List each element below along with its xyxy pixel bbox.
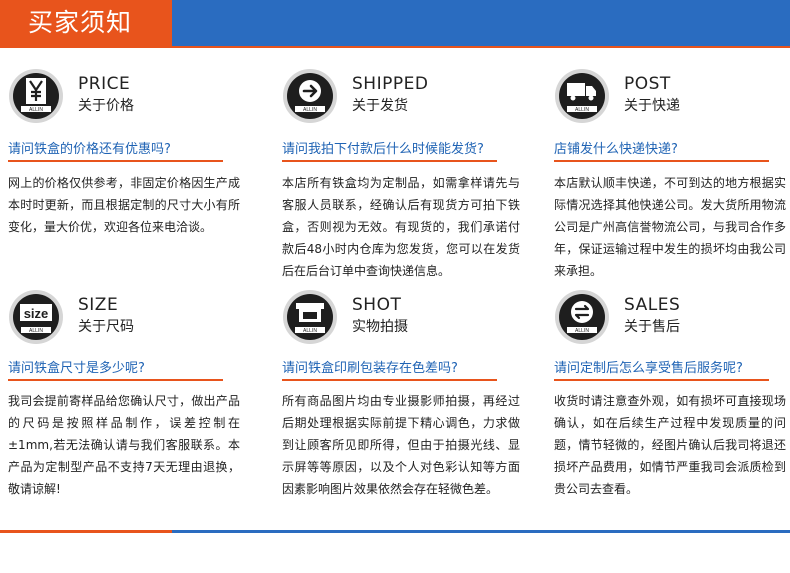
question-underline	[554, 160, 769, 162]
faq-answer: 所有商品图片均由专业摄影师拍摄，再经过后期处理根据实际前提下精心调色，力求做到让…	[282, 394, 520, 496]
faq-cn-title: 实物拍摄	[352, 319, 408, 335]
faq-cn-title: 关于售后	[624, 319, 680, 335]
faq-question: 店铺发什么快递快递?	[554, 142, 678, 157]
question-underline	[282, 379, 497, 381]
header-underline	[0, 46, 790, 48]
faq-answer: 本店默认顺丰快递，不可到达的地方根据实际情况选择其他快递公司。发大货所用物流公司…	[554, 176, 786, 278]
question-underline	[8, 379, 223, 381]
arrow-right-icon: ALLIN	[283, 69, 337, 123]
svg-text:ALLIN: ALLIN	[575, 328, 589, 334]
svg-text:ALLIN: ALLIN	[303, 328, 317, 334]
svg-text:size: size	[24, 306, 49, 321]
faq-size: size ALLIN SIZE 关于尺码 请问铁盒尺寸是多少呢? 我司会提前寄样…	[8, 289, 240, 509]
faq-shipped: ALLIN SHIPPED 关于发货 请问我拍下付款后什么时候能发货? 本店所有…	[282, 68, 522, 278]
bottom-divider-accent	[0, 530, 172, 533]
faq-question: 请问铁盒印刷包装存在色差吗?	[282, 361, 458, 376]
svg-text:ALLIN: ALLIN	[29, 107, 43, 113]
faq-question: 请问铁盒的价格还有优惠吗?	[8, 142, 171, 157]
question-underline	[282, 160, 497, 162]
faq-eng-title: SIZE	[78, 295, 119, 315]
faq-price: ALLIN PRICE 关于价格 请问铁盒的价格还有优惠吗? 网上的价格仅供参考…	[8, 68, 240, 268]
faq-sales: ALLIN SALES 关于售后 请问定制后怎么享受售后服务呢? 收货时请注意查…	[554, 289, 786, 525]
truck-icon: ALLIN	[555, 69, 609, 123]
faq-shot: ALLIN SHOT 实物拍摄 请问铁盒印刷包装存在色差吗? 所有商品图片均由专…	[282, 289, 522, 525]
faq-eng-title: SHIPPED	[352, 74, 429, 94]
faq-answer: 本店所有铁盒均为定制品，如需拿样请先与客服人员联系，经确认后有现货方可拍下铁盒，…	[282, 176, 520, 278]
tin-box-icon: ALLIN	[283, 290, 337, 344]
exchange-icon: ALLIN	[555, 290, 609, 344]
faq-post: ALLIN POST 关于快递 店铺发什么快递快递? 本店默认顺丰快递，不可到达…	[554, 68, 786, 278]
svg-text:ALLIN: ALLIN	[303, 107, 317, 113]
faq-cn-title: 关于价格	[78, 98, 134, 114]
badge-label: ALLIN	[29, 107, 43, 113]
faq-answer: 收货时请注意查外观，如有损坏可直接现场确认，如在后续生产过程中发现质量的问题，情…	[554, 394, 786, 496]
faq-eng-title: POST	[624, 74, 671, 94]
question-underline	[8, 160, 223, 162]
page-title: 买家须知	[28, 8, 133, 37]
faq-eng-title: SALES	[624, 295, 681, 315]
faq-eng-title: SHOT	[352, 295, 402, 315]
svg-text:ALLIN: ALLIN	[575, 107, 589, 113]
svg-text:ALLIN: ALLIN	[29, 328, 43, 334]
faq-eng-title: PRICE	[78, 74, 131, 94]
faq-cn-title: 关于发货	[352, 98, 408, 114]
faq-cn-title: 关于尺码	[78, 319, 134, 335]
faq-cn-title: 关于快递	[624, 98, 680, 114]
faq-answer: 网上的价格仅供参考，非固定价格因生产成本时时更新，而且根据定制的尺寸大小有所变化…	[8, 176, 240, 234]
faq-question: 请问我拍下付款后什么时候能发货?	[282, 142, 484, 157]
faq-question: 请问定制后怎么享受售后服务呢?	[554, 361, 743, 376]
question-underline	[554, 379, 769, 381]
size-icon: size ALLIN	[9, 290, 63, 344]
faq-answer: 我司会提前寄样品给您确认尺寸，做出产品的尺码是按照样品制作，误差控制在±1mm,…	[8, 394, 240, 496]
faq-question: 请问铁盒尺寸是多少呢?	[8, 361, 145, 376]
